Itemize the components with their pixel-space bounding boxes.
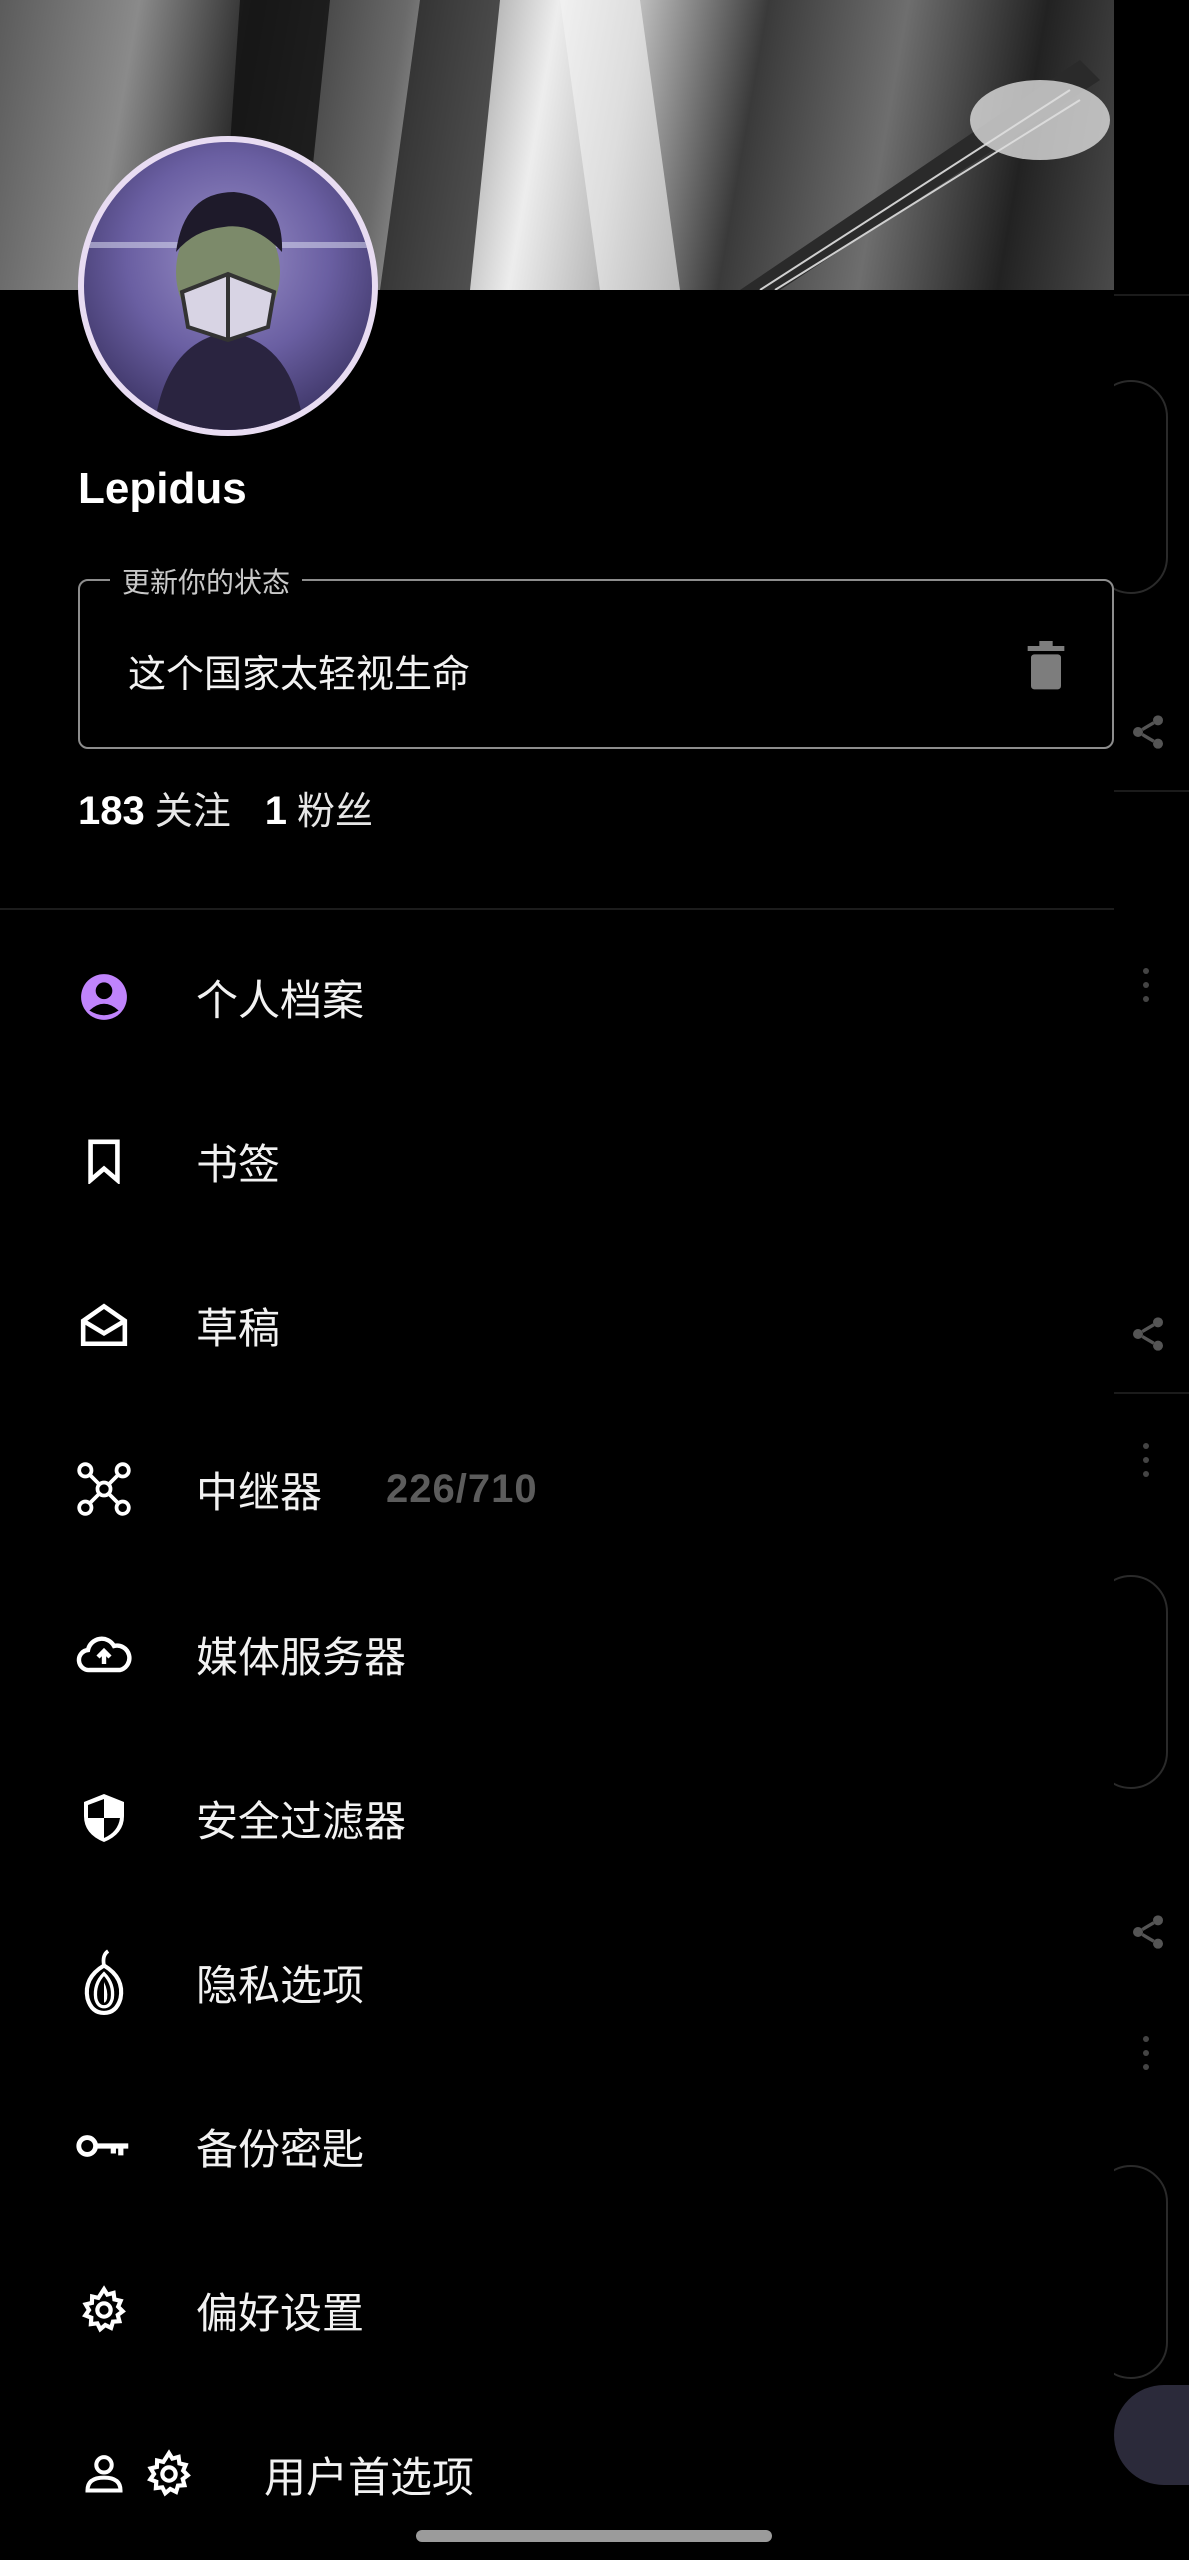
gear-icon	[76, 2282, 132, 2338]
menu-item-media-servers[interactable]: 媒体服务器	[0, 1579, 1114, 1729]
drafts-envelope-icon	[76, 1297, 132, 1353]
key-icon	[76, 2118, 132, 2174]
menu-item-label: 书签	[196, 1139, 281, 1189]
more-vert-icon	[1143, 968, 1149, 1002]
follow-counts: 183 关注 1 粉丝	[78, 780, 407, 835]
relays-hub-icon	[76, 1461, 132, 1517]
more-vert-icon	[1143, 2036, 1149, 2070]
relay-count: 226/710	[386, 1466, 538, 1511]
avatar[interactable]	[78, 136, 378, 436]
share-icon	[1133, 1915, 1163, 1949]
menu-item-drafts[interactable]: 草稿	[0, 1250, 1114, 1400]
tor-onion-icon	[76, 1949, 132, 2015]
menu-item-preferences[interactable]: 偏好设置	[0, 2235, 1114, 2385]
menu-item-label: 草稿	[196, 1303, 281, 1353]
menu-item-privacy-options[interactable]: 隐私选项	[0, 1907, 1114, 2057]
user-gear-icon	[82, 2449, 194, 2499]
background-divider	[1114, 790, 1189, 792]
menu-item-profile[interactable]: 个人档案	[0, 922, 1114, 1072]
background-fab	[1114, 2385, 1189, 2485]
avatar-portrait	[84, 192, 372, 430]
background-app	[1094, 0, 1189, 2560]
status-field-label: 更新你的状态	[110, 561, 303, 601]
background-divider	[1114, 294, 1189, 296]
menu-item-label: 媒体服务器	[196, 1632, 407, 1682]
followers-label[interactable]: 粉丝	[297, 780, 373, 835]
background-divider	[1114, 1392, 1189, 1394]
followers-count[interactable]: 1	[265, 789, 287, 834]
menu-item-label: 中继器	[196, 1467, 323, 1517]
more-vert-icon	[1143, 1443, 1149, 1477]
bookmark-icon	[76, 1133, 132, 1189]
navigation-drawer: Lepidus 更新你的状态 这个国家太轻视生命 183 关注 1 粉丝 个人档…	[0, 0, 1114, 2560]
menu-item-security-filters[interactable]: 安全过滤器	[0, 1743, 1114, 1893]
menu-item-label: 偏好设置	[196, 2288, 365, 2338]
menu-item-backup-keys[interactable]: 备份密匙	[0, 2071, 1114, 2221]
status-field[interactable]: 更新你的状态 这个国家太轻视生命	[78, 561, 1114, 749]
account-circle-icon	[76, 969, 132, 1025]
share-icon	[1133, 1317, 1163, 1351]
menu-item-label: 个人档案	[196, 975, 365, 1025]
gear-icon	[147, 2449, 191, 2497]
status-input[interactable]: 这个国家太轻视生命	[128, 643, 470, 698]
menu-item-relays[interactable]: 中继器 226/710	[0, 1414, 1114, 1564]
menu-item-user-preferences[interactable]: 用户首选项	[0, 2399, 1114, 2549]
menu-item-label: 用户首选项	[264, 2452, 475, 2502]
divider	[0, 908, 1114, 910]
following-label[interactable]: 关注	[155, 780, 231, 835]
cloud-upload-icon	[76, 1626, 132, 1682]
following-count[interactable]: 183	[78, 789, 145, 834]
menu-item-bookmarks[interactable]: 书签	[0, 1086, 1114, 1236]
menu-item-label: 备份密匙	[196, 2124, 365, 2174]
shield-icon	[76, 1790, 132, 1846]
menu-item-label: 安全过滤器	[196, 1796, 407, 1846]
person-icon	[85, 2455, 123, 2493]
trash-icon[interactable]	[1026, 641, 1066, 691]
display-name: Lepidus	[78, 464, 247, 513]
menu-item-label: 隐私选项	[196, 1960, 365, 2010]
home-indicator[interactable]	[416, 2530, 772, 2542]
share-icon	[1133, 715, 1163, 749]
